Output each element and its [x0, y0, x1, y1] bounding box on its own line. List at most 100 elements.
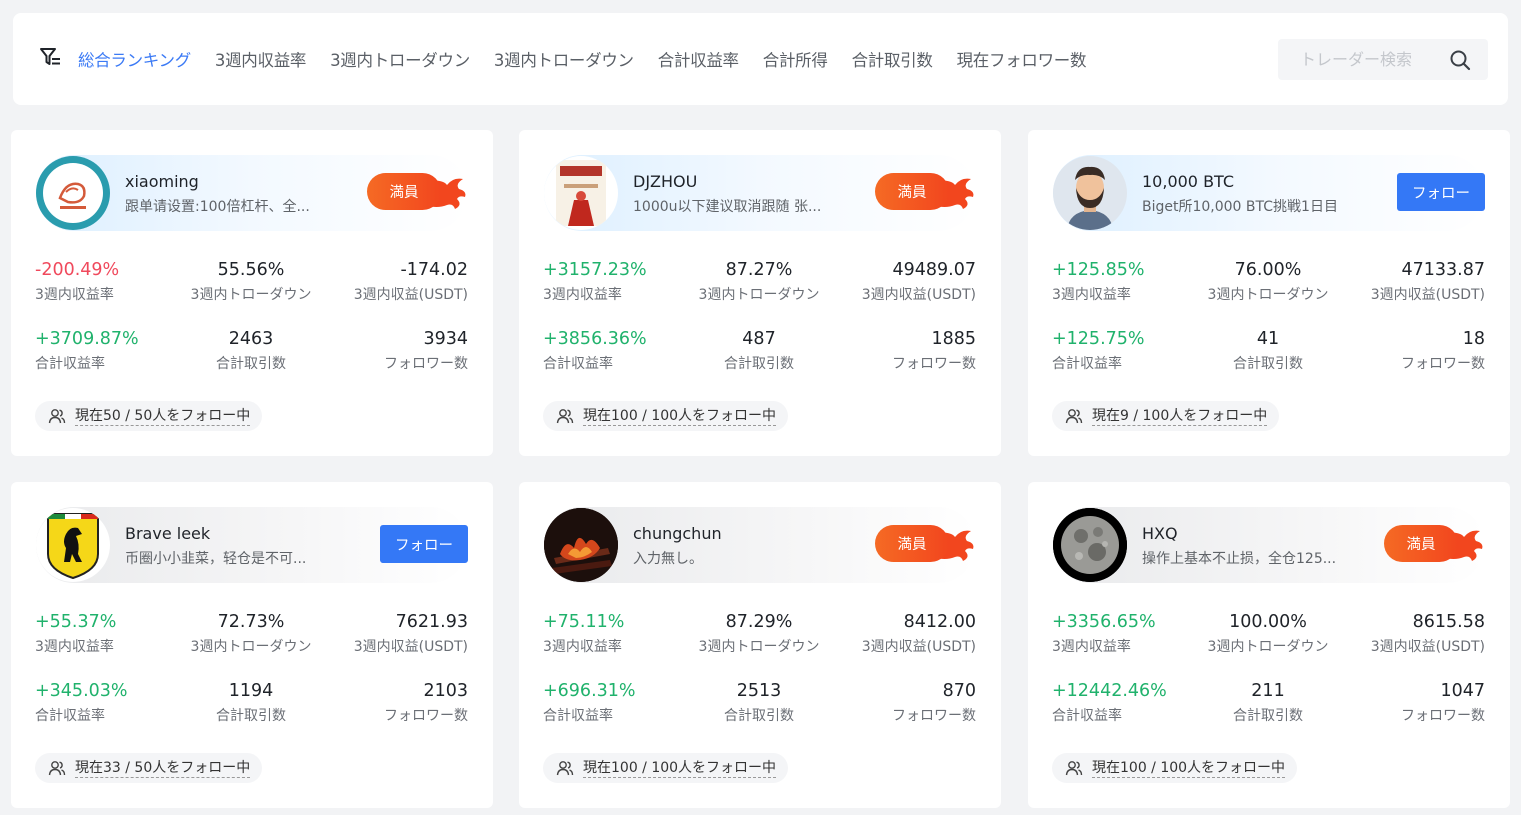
stat-3w-profit: 8412.00 3週内収益(USDT): [816, 612, 976, 656]
logo-avatar-icon: [43, 163, 103, 223]
stat-followers: 3934 フォロワー数: [308, 329, 468, 373]
stat-value: 870: [942, 681, 976, 701]
stat-value: 72.73%: [217, 612, 285, 632]
tab-current-followers[interactable]: 現在フォロワー数: [957, 47, 1087, 71]
people-icon: [48, 761, 66, 776]
people-icon: [48, 409, 66, 424]
stat-total-trades: 2513 合計取引数: [679, 681, 839, 725]
full-label: 満員: [875, 173, 949, 210]
stat-followers: 18 フォロワー数: [1325, 329, 1485, 373]
trader-name[interactable]: DJZHOU: [633, 172, 697, 191]
stat-label: 合計取引数: [724, 708, 794, 724]
stat-3w-drawdown: 76.00% 3週内トローダウン: [1188, 260, 1348, 304]
tab-total-roi[interactable]: 合計収益率: [658, 47, 739, 71]
follow-count-text: 現在50 / 50人をフォロー中: [75, 407, 251, 426]
stat-value: 2513: [736, 681, 782, 701]
stat-total-trades: 211 合計取引数: [1188, 681, 1348, 725]
stat-3w-drawdown: 72.73% 3週内トローダウン: [171, 612, 331, 656]
tab-3w-drawdown-2[interactable]: 3週内トローダウン: [494, 47, 634, 71]
follow-button[interactable]: フォロー: [1397, 173, 1485, 211]
tab-3w-roi[interactable]: 3週内収益率: [215, 47, 307, 71]
follow-count-chip[interactable]: 現在9 / 100人をフォロー中: [1052, 401, 1280, 431]
stat-3w-profit: 47133.87 3週内収益(USDT): [1325, 260, 1485, 304]
stat-label: 3週内トローダウン: [698, 287, 820, 303]
full-label: 満員: [1384, 525, 1458, 562]
man-avatar-icon: [1067, 166, 1113, 230]
search-icon[interactable]: [1449, 49, 1471, 71]
avatar[interactable]: [1053, 156, 1127, 230]
stat-label: 3週内収益(USDT): [353, 287, 468, 303]
trader-card[interactable]: HXQ 操作上基本不止损，全仓125... 満員 +3356.65% 3週内収益率…: [1028, 482, 1510, 808]
stat-followers: 1047 フォロワー数: [1325, 681, 1485, 725]
stat-value: 41: [1256, 329, 1280, 349]
stat-label: 3週内収益(USDT): [1370, 287, 1485, 303]
trader-card[interactable]: xiaoming 跟单请设置:100倍杠杆、全... 満員 -200.49% 3週…: [11, 130, 493, 456]
stat-followers: 1885 フォロワー数: [816, 329, 976, 373]
tab-total-income[interactable]: 合計所得: [763, 47, 828, 71]
follow-count-text: 現在9 / 100人をフォロー中: [1092, 407, 1268, 426]
trader-description: 操作上基本不止损，全仓125...: [1142, 551, 1337, 567]
stat-label: 3週内トローダウン: [698, 639, 820, 655]
stat-label: 合計取引数: [724, 356, 794, 372]
stat-label: 3週内トローダウン: [190, 639, 312, 655]
trader-name[interactable]: chungchun: [633, 524, 722, 543]
stat-value: 8412.00: [903, 612, 976, 632]
stat-followers: 2103 フォロワー数: [308, 681, 468, 725]
avatar[interactable]: [36, 508, 110, 582]
follow-count-chip[interactable]: 現在100 / 100人をフォロー中: [1052, 753, 1298, 783]
stat-total-trades: 1194 合計取引数: [171, 681, 331, 725]
tab-total-trades[interactable]: 合計取引数: [852, 47, 933, 71]
trader-name[interactable]: Brave leek: [125, 524, 210, 543]
stat-label: 3週内トローダウン: [190, 287, 312, 303]
trader-search-input[interactable]: [1278, 39, 1438, 80]
avatar[interactable]: [544, 508, 618, 582]
tab-3w-drawdown[interactable]: 3週内トローダウン: [330, 47, 470, 71]
stat-followers: 870 フォロワー数: [816, 681, 976, 725]
stat-3w-profit: 49489.07 3週内収益(USDT): [816, 260, 976, 304]
follow-count-chip[interactable]: 現在100 / 100人をフォロー中: [543, 401, 789, 431]
stat-value: 8615.58: [1412, 612, 1485, 632]
tab-overall-ranking[interactable]: 総合ランキング: [78, 47, 191, 71]
stat-value: 1885: [931, 329, 976, 349]
follow-count-chip[interactable]: 現在100 / 100人をフォロー中: [543, 753, 789, 783]
stat-value: 87.27%: [725, 260, 793, 280]
trader-card[interactable]: 10,000 BTC Biget所10,000 BTC挑戦1日目 フォロー +1…: [1028, 130, 1510, 456]
stat-3w-profit: 7621.93 3週内収益(USDT): [308, 612, 468, 656]
trader-description: 跟单请设置:100倍杠杆、全...: [125, 199, 310, 215]
follow-count-text: 現在100 / 100人をフォロー中: [583, 759, 777, 778]
follow-count-text: 現在33 / 50人をフォロー中: [75, 759, 251, 778]
stat-total-trades: 2463 合計取引数: [171, 329, 331, 373]
trader-name[interactable]: xiaoming: [125, 172, 199, 191]
stat-value: 2103: [423, 681, 468, 701]
avatar[interactable]: [1053, 508, 1127, 582]
stat-3w-drawdown: 87.27% 3週内トローダウン: [679, 260, 839, 304]
stat-value: 3934: [423, 329, 468, 349]
trader-header: HXQ 操作上基本不止损，全仓125... 満員: [1053, 507, 1485, 583]
follow-button[interactable]: フォロー: [380, 525, 468, 563]
people-icon: [1065, 761, 1083, 776]
avatar[interactable]: [544, 156, 618, 230]
follow-count-chip[interactable]: 現在50 / 50人をフォロー中: [35, 401, 263, 431]
filter-sort-icon[interactable]: [39, 46, 61, 68]
stat-3w-drawdown: 87.29% 3週内トローダウン: [679, 612, 839, 656]
ranking-filter-bar: 総合ランキング 3週内収益率 3週内トローダウン 3週内トローダウン 合計収益率…: [13, 13, 1508, 105]
stat-value: 487: [742, 329, 776, 349]
trader-card[interactable]: Brave leek 币圈小小韭菜，轻仓是不可... フォロー +55.37% 3…: [11, 482, 493, 808]
trader-header: chungchun 入力無し。 満員: [544, 507, 976, 583]
stat-value: 76.00%: [1234, 260, 1302, 280]
stat-value: 1047: [1440, 681, 1485, 701]
stat-value: 47133.87: [1401, 260, 1485, 280]
full-badge: 満員: [1384, 525, 1484, 565]
trader-name[interactable]: 10,000 BTC: [1142, 172, 1234, 191]
stat-value: -174.02: [400, 260, 468, 280]
stat-label: フォロワー数: [384, 356, 468, 372]
trader-card[interactable]: DJZHOU 1000u以下建议取消跟随 张... 満員 +3157.23% 3週…: [519, 130, 1001, 456]
stat-3w-drawdown: 55.56% 3週内トローダウン: [171, 260, 331, 304]
avatar[interactable]: [36, 156, 110, 230]
stat-label: フォロワー数: [892, 356, 976, 372]
follow-count-chip[interactable]: 現在33 / 50人をフォロー中: [35, 753, 263, 783]
follow-count-text: 現在100 / 100人をフォロー中: [1092, 759, 1286, 778]
trader-description: 币圈小小韭菜，轻仓是不可...: [125, 551, 307, 567]
trader-card[interactable]: chungchun 入力無し。 満員 +75.11% 3週内収益率 87.29% 3…: [519, 482, 1001, 808]
trader-name[interactable]: HXQ: [1142, 524, 1178, 543]
